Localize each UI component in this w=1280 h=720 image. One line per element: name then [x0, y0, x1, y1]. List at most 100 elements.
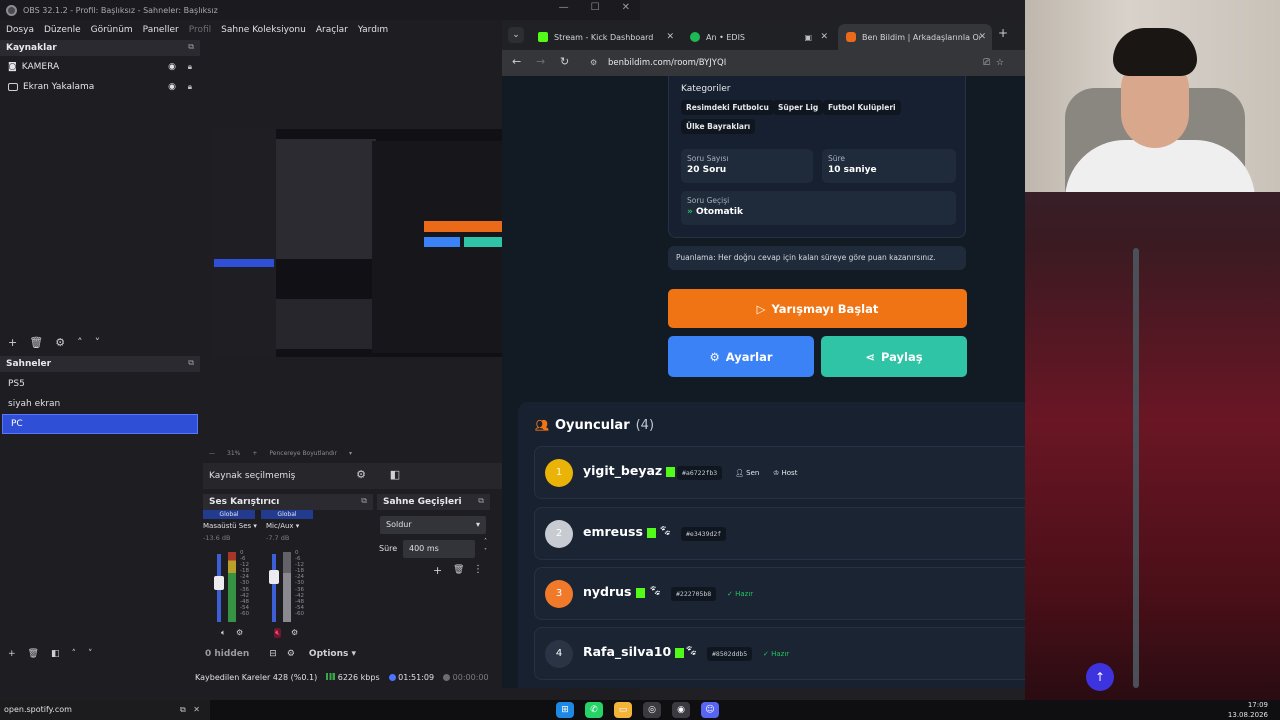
undock-icon[interactable]: ⧉: [188, 42, 194, 52]
more-options-icon[interactable]: ⋮: [473, 564, 483, 575]
chrome-icon[interactable]: ◎: [643, 702, 661, 718]
channel-settings-icon[interactable]: ⚙: [291, 628, 298, 637]
close-tab-icon[interactable]: ✕: [978, 32, 986, 42]
scroll-to-top-button[interactable]: ↑: [1086, 663, 1114, 691]
menu-sahne-koleksiyonu[interactable]: Sahne Koleksiyonu: [221, 25, 306, 35]
settings-button[interactable]: ⚙ Ayarlar: [668, 336, 814, 377]
obs-taskbar-icon[interactable]: ◉: [672, 702, 690, 718]
categories-title: Kategoriler: [681, 84, 731, 94]
menu-gorunum[interactable]: Görünüm: [91, 25, 133, 35]
remove-transition-icon[interactable]: 🗑︎: [453, 565, 464, 575]
filter-icon[interactable]: ◧: [51, 649, 60, 659]
source-item-kamera[interactable]: ◙ KAMERA ◉ 🔒︎: [0, 57, 200, 77]
menu-paneller[interactable]: Paneller: [143, 25, 179, 35]
menu-yardim[interactable]: Yardım: [358, 25, 388, 35]
undock-icon[interactable]: ⧉: [478, 496, 484, 506]
scene-item-pc[interactable]: PC: [2, 414, 198, 434]
rank-badge: 3: [545, 580, 573, 608]
clock[interactable]: 17:09 13.08.2026: [1228, 700, 1268, 720]
add-scene-icon[interactable]: +: [8, 649, 16, 659]
muted-speaker-icon[interactable]: 🔇︎: [274, 628, 282, 638]
move-up-icon[interactable]: ˄: [72, 649, 77, 659]
volume-fader-mic[interactable]: [269, 554, 279, 622]
program-preview[interactable]: [212, 129, 502, 357]
sources-toolbar: + 🗑︎ ⚙ ˄ ˅: [0, 332, 200, 352]
undock-icon[interactable]: ⧉: [188, 358, 194, 368]
scene-item-siyah-ekran[interactable]: siyah ekran: [0, 394, 200, 414]
fit-window-label[interactable]: Pencereye Boyutlandır: [269, 450, 337, 457]
page-scrollbar[interactable]: [1133, 248, 1139, 688]
options-button[interactable]: Options ▾: [309, 649, 356, 659]
lock-icon[interactable]: 🔒︎: [188, 62, 192, 72]
maximize-icon[interactable]: ☐: [591, 2, 600, 13]
duration-input[interactable]: 400 ms ˄ ˅: [403, 538, 487, 558]
minimize-icon[interactable]: —: [559, 2, 569, 13]
visibility-eye-icon[interactable]: ◉: [168, 62, 176, 72]
file-explorer-icon[interactable]: ▭: [614, 702, 632, 718]
stream-time: 01:51:09: [388, 673, 434, 682]
menu-dosya[interactable]: Dosya: [6, 25, 34, 35]
player-name: yigit_beyaz: [583, 463, 676, 478]
layout-icon[interactable]: ⊟: [269, 649, 277, 659]
transitions-title: Sahne Geçişleri: [383, 497, 462, 507]
address-bar[interactable]: ⚙ benbildim.com/room/BYJYQI ⎚ ☆: [582, 53, 1012, 73]
visibility-eye-icon[interactable]: ◉: [168, 82, 176, 92]
source-item-ekran-yakalama[interactable]: Ekran Yakalama ◉ 🔒︎: [0, 77, 200, 97]
lock-icon[interactable]: 🔒︎: [188, 82, 192, 92]
add-source-icon[interactable]: +: [8, 336, 17, 349]
move-down-icon[interactable]: ˅: [88, 649, 93, 659]
back-icon[interactable]: ←: [512, 55, 521, 68]
close-icon[interactable]: ✕: [622, 2, 630, 13]
move-up-icon[interactable]: ˄: [77, 336, 83, 349]
fader-knob[interactable]: [214, 576, 224, 590]
chevron-down-icon[interactable]: ▾: [349, 450, 352, 457]
volume-fader-desktop[interactable]: [214, 554, 224, 622]
kick-badge-icon: [666, 466, 676, 477]
channel-settings-icon[interactable]: ⚙: [236, 628, 243, 637]
remove-source-icon[interactable]: 🗑︎: [29, 336, 43, 349]
site-info-icon[interactable]: ⚙: [590, 53, 597, 73]
tab-spotify[interactable]: An • EDIS ▣ ✕: [682, 24, 834, 50]
zoom-in-icon[interactable]: +: [252, 450, 257, 457]
url-text[interactable]: benbildim.com/room/BYJYQI: [608, 58, 726, 68]
undock-icon[interactable]: ⧉: [361, 496, 367, 506]
menu-duzenle[interactable]: Düzenle: [44, 25, 81, 35]
gear-icon[interactable]: ⚙: [55, 336, 65, 349]
speaker-icon[interactable]: 🔈︎: [221, 628, 226, 638]
fader-knob[interactable]: [269, 570, 279, 584]
reload-icon[interactable]: ↻: [560, 55, 569, 68]
filters-icon[interactable]: ◧: [387, 468, 403, 484]
discord-icon[interactable]: ☺: [701, 702, 719, 718]
rank-badge: 4: [545, 640, 573, 668]
share-button[interactable]: ⋖ Paylaş: [821, 336, 967, 377]
close-tab-icon[interactable]: ✕: [666, 32, 674, 42]
forward-icon[interactable]: →: [536, 55, 545, 68]
gear-icon[interactable]: ⚙: [353, 468, 369, 484]
install-and-bookmark-icons[interactable]: ⎚ ☆: [983, 53, 1004, 73]
menu-araclar[interactable]: Araçlar: [316, 25, 348, 35]
whatsapp-icon[interactable]: ✆: [585, 702, 603, 718]
start-game-button[interactable]: ▷ Yarışmayı Başlat: [668, 289, 967, 328]
close-tab-icon[interactable]: ✕: [820, 32, 828, 42]
transition-select[interactable]: Soldur ▾: [380, 516, 486, 534]
picture-in-picture-icon[interactable]: ▣: [804, 33, 812, 42]
add-transition-icon[interactable]: +: [433, 564, 442, 577]
hidden-count[interactable]: 0 hidden: [205, 649, 249, 659]
rank-badge: 1: [545, 459, 573, 487]
remove-scene-icon[interactable]: 🗑︎: [28, 649, 39, 659]
windows-start-icon[interactable]: ⊞: [556, 702, 574, 718]
menu-profil[interactable]: Profil: [189, 25, 211, 35]
move-down-icon[interactable]: ˅: [95, 336, 101, 349]
global-badge: Global: [203, 510, 255, 519]
gear-icon[interactable]: ⚙: [287, 649, 295, 659]
channel-name[interactable]: Mic/Aux ▾: [261, 522, 313, 530]
tab-search-icon[interactable]: ⌄: [508, 27, 524, 43]
tab-kick-dashboard[interactable]: Stream - Kick Dashboard ✕: [530, 24, 680, 50]
popout-and-close-icons[interactable]: ⧉ ✕: [180, 700, 200, 720]
tab-benbildim[interactable]: Ben Bildim | Arkadaşlarınla Or ✕: [838, 24, 992, 50]
scene-item-ps5[interactable]: PS5: [0, 374, 200, 394]
channel-name[interactable]: Masaüstü Ses ▾: [203, 522, 257, 530]
zoom-out-icon[interactable]: —: [209, 450, 215, 457]
player-row: 3 nydrus 🐾︎ #222705b8 ✓ Hazır 0: [534, 567, 1025, 620]
new-tab-icon[interactable]: +: [998, 26, 1008, 40]
